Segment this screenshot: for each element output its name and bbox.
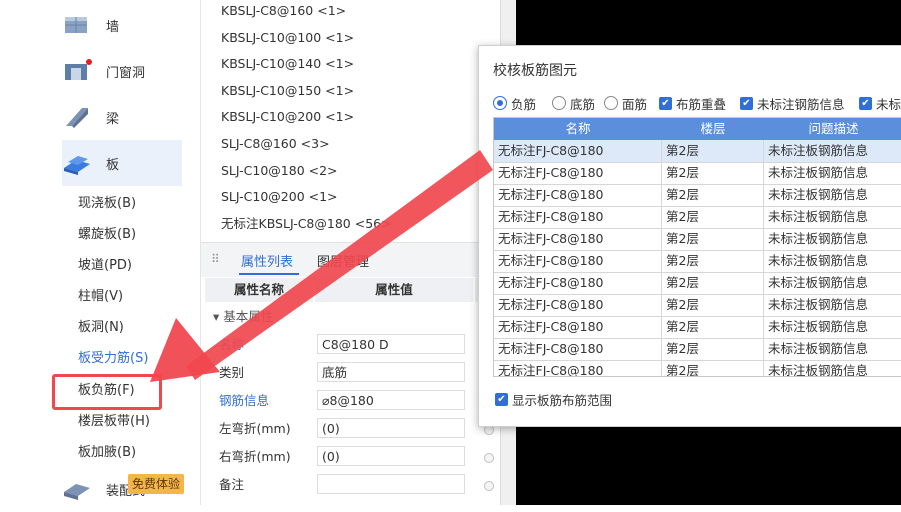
- highlight-box: [52, 374, 162, 410]
- arrow-shaft: [186, 150, 493, 380]
- annotation-arrow: [150, 150, 493, 382]
